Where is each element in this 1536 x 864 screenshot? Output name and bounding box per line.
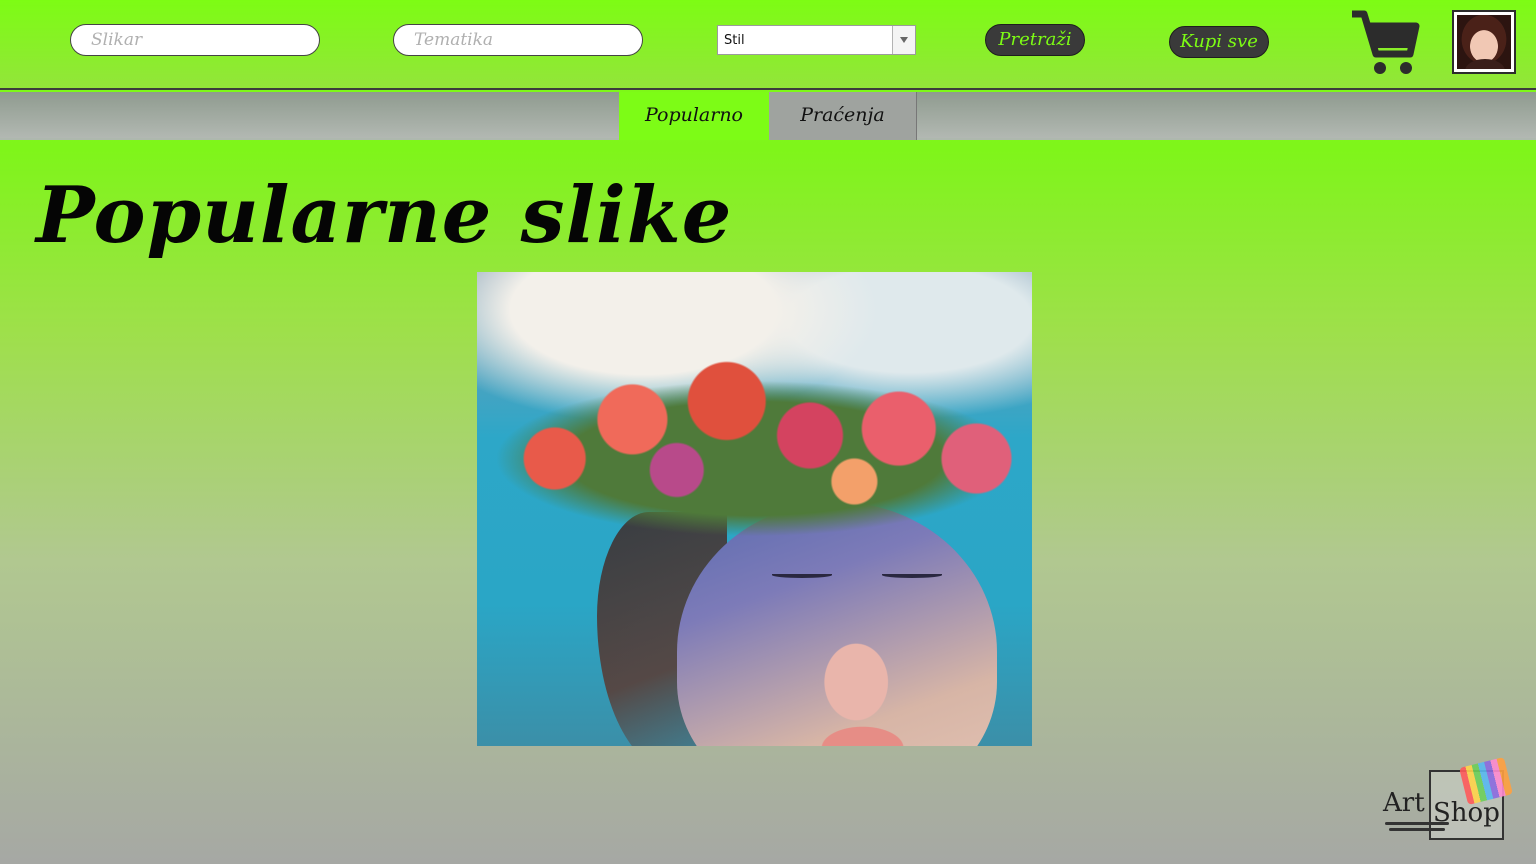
brush-icon xyxy=(1385,822,1449,825)
tab-pracenja[interactable]: Praćenja xyxy=(769,92,917,140)
theme-search-input[interactable] xyxy=(393,24,643,56)
logo-word-art: Art xyxy=(1383,788,1425,818)
brush-icon-2 xyxy=(1389,828,1445,831)
painting-eye-right xyxy=(882,572,942,578)
chevron-down-icon xyxy=(900,37,908,43)
artshop-logo: Art Shop xyxy=(1383,757,1513,844)
cart-icon xyxy=(1352,10,1420,74)
tab-popularno[interactable]: Popularno xyxy=(619,92,769,140)
painting-eye-left xyxy=(772,572,832,578)
cart-button[interactable] xyxy=(1348,8,1420,78)
style-select[interactable]: Stil xyxy=(717,25,916,55)
user-avatar[interactable] xyxy=(1452,10,1516,74)
painting-flower-crown xyxy=(477,332,1032,562)
search-button[interactable]: Pretraži xyxy=(985,24,1085,56)
buy-all-button[interactable]: Kupi sve xyxy=(1169,26,1269,58)
artist-search-input[interactable] xyxy=(70,24,320,56)
dropdown-arrow-button[interactable] xyxy=(892,26,915,54)
page-title: Popularne slike xyxy=(36,170,733,261)
top-bar: Stil Pretraži Kupi sve xyxy=(0,0,1536,90)
tab-bar: Popularno Praćenja xyxy=(0,92,1536,140)
featured-painting[interactable] xyxy=(477,272,1032,746)
avatar-photo xyxy=(1457,15,1511,69)
style-select-value: Stil xyxy=(724,33,745,48)
